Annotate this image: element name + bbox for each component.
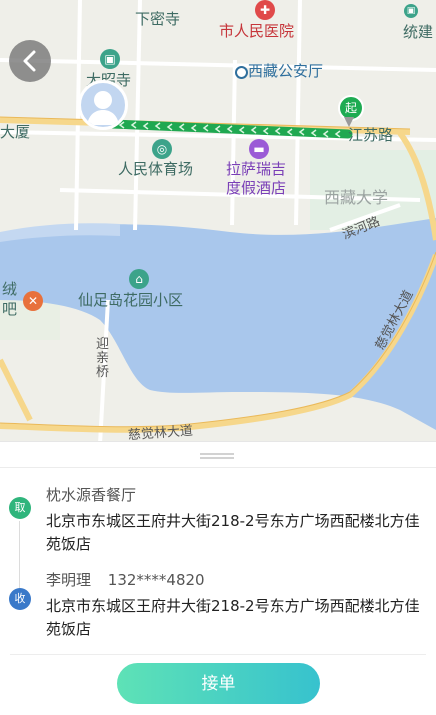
map-label-dasha: 大厦 xyxy=(0,123,31,141)
drag-handle[interactable] xyxy=(200,453,234,459)
bus-icon-tongjian: ▣ xyxy=(404,4,418,18)
chevron-left-icon xyxy=(23,50,36,72)
user-avatar-icon xyxy=(78,80,128,130)
recipient-phone[interactable]: 132****4820 xyxy=(108,571,205,589)
river xyxy=(0,218,436,430)
status-bar xyxy=(0,0,436,14)
pickup-store-name: 枕水源香餐厅 xyxy=(46,486,137,504)
map-label-tongjian: 统建 xyxy=(403,23,434,41)
panel-divider-bottom xyxy=(10,654,426,655)
map-label-left-line1: 绒 xyxy=(2,280,18,298)
back-button[interactable] xyxy=(9,40,51,82)
map-label-xiamisi: 下密寺 xyxy=(135,10,181,28)
bus-icon: ▣ xyxy=(100,49,120,69)
map-label-yingqin-bridge: 迎亲桥 xyxy=(96,337,110,380)
dropoff-address: 北京市东城区王府井大街218-2号东方广场西配楼北方佳苑饭店 xyxy=(46,597,420,638)
recipient-info: 李明理 132****4820 xyxy=(46,569,205,590)
map-label-hotel-line2: 度假酒店 xyxy=(226,179,287,197)
hotel-icon: ▬ xyxy=(249,139,269,159)
map-label-university: 西藏大学 xyxy=(324,188,389,207)
dropoff-badge: 收 xyxy=(9,588,31,610)
police-dot-icon xyxy=(235,66,248,79)
map-label-xianzudao: 仙足岛花园小区 xyxy=(78,291,184,309)
route-connector-line xyxy=(19,521,20,588)
panel-divider-top xyxy=(0,467,436,468)
pickup-address: 北京市东城区王府井大街218-2号东方广场西配楼北方佳苑饭店 xyxy=(46,512,420,553)
hospital-icon: ✚ xyxy=(255,0,275,20)
stadium-icon: ◎ xyxy=(152,139,172,159)
order-panel: 取 收 枕水源香餐厅 北京市东城区王府井大街218-2号东方广场西配楼北方佳苑饭… xyxy=(0,441,436,715)
pickup-badge: 取 xyxy=(9,497,31,519)
accept-order-button[interactable]: 接单 xyxy=(117,663,320,704)
restaurant-icon: ✕ xyxy=(23,291,43,311)
map-label-hotel-line1: 拉萨瑞吉 xyxy=(226,160,287,178)
start-marker-tail xyxy=(344,117,354,127)
map-label-hospital: 市人民医院 xyxy=(219,22,295,40)
map-label-stadium: 人民体育场 xyxy=(118,160,194,178)
map-label-left-line2: 吧 xyxy=(2,300,18,318)
map-view[interactable]: ✚ ▣ ◎ ▬ ✕ ⌂ ▣ 下密寺 市人民医院 统建 大昭寺 西藏公安厅 大厦 … xyxy=(0,0,436,444)
recipient-name: 李明理 xyxy=(46,571,92,589)
map-label-jiangsu-road: 江苏路 xyxy=(348,126,394,144)
map-label-police: 西藏公安厅 xyxy=(248,62,324,80)
school-icon: ⌂ xyxy=(129,269,149,289)
